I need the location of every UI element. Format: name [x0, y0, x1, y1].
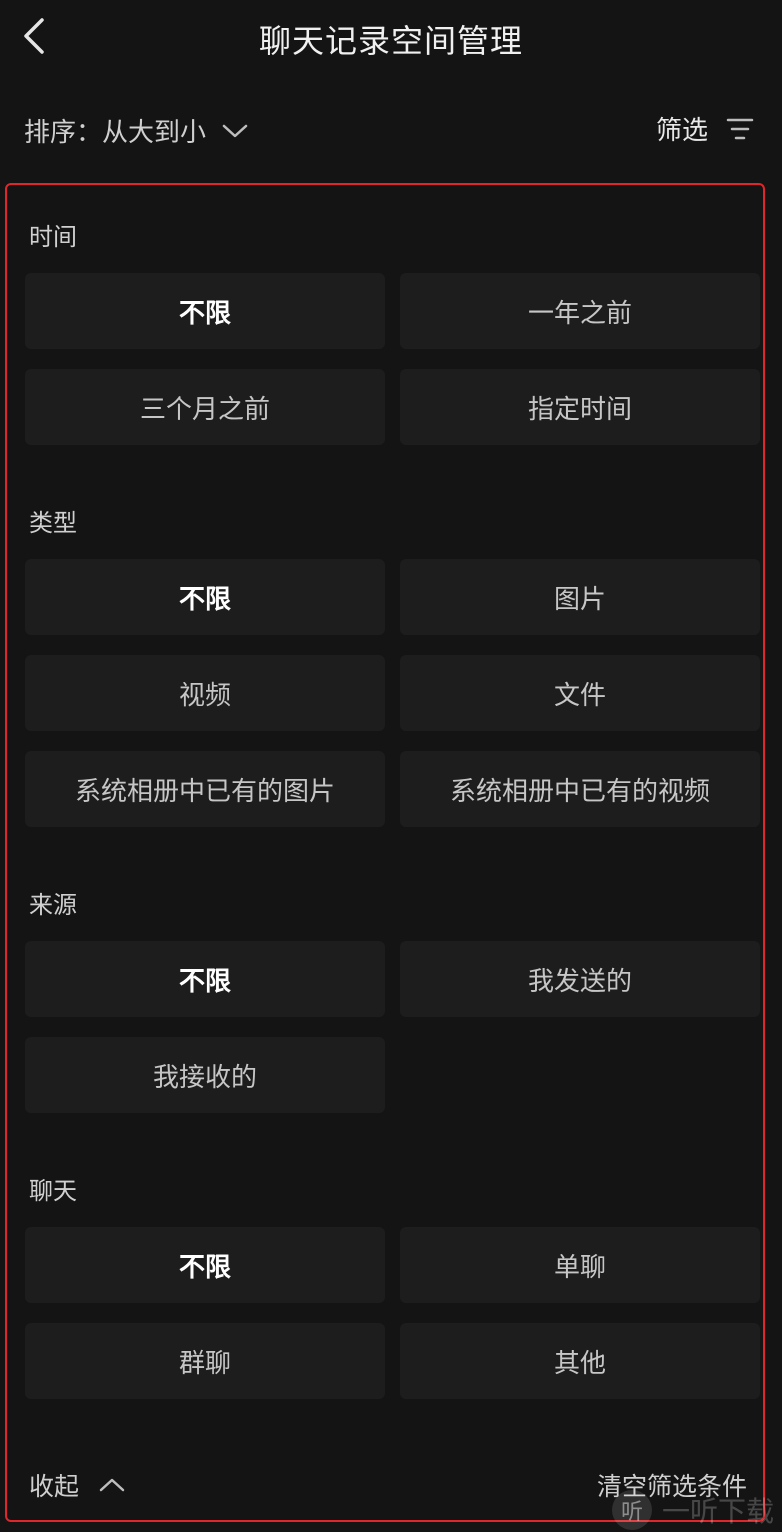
collapse-label: 收起	[29, 1472, 80, 1501]
chevron-up-icon	[99, 1477, 125, 1493]
section-label-chat: 聊天	[29, 1177, 77, 1205]
chevron-down-icon	[222, 123, 248, 139]
watermark-logo: 听	[611, 1490, 652, 1530]
sort-filter-bar: 排序：从大到小 筛选	[0, 100, 782, 164]
option-source-received[interactable]: 我接收的	[25, 1037, 385, 1113]
watermark: 听 一听下载	[611, 1490, 774, 1530]
option-type-album-videos[interactable]: 系统相册中已有的视频	[400, 751, 760, 827]
option-time-one-year-ago[interactable]: 一年之前	[400, 273, 760, 349]
sort-dropdown[interactable]: 排序：从大到小	[24, 112, 248, 149]
filter-button[interactable]: 筛选	[656, 110, 754, 147]
section-label-type: 类型	[29, 509, 77, 537]
option-type-video[interactable]: 视频	[25, 655, 385, 731]
option-time-three-months-ago[interactable]: 三个月之前	[25, 369, 385, 445]
filter-panel: 时间 不限 一年之前 三个月之前 指定时间 类型 不限 图片 视频 文件 系统相…	[5, 183, 765, 1522]
option-chat-other[interactable]: 其他	[400, 1323, 760, 1399]
option-type-image[interactable]: 图片	[400, 559, 760, 635]
option-source-unlimited[interactable]: 不限	[25, 941, 385, 1017]
option-source-sent[interactable]: 我发送的	[400, 941, 760, 1017]
section-label-source: 来源	[29, 891, 77, 919]
option-time-custom[interactable]: 指定时间	[400, 369, 760, 445]
section-label-time: 时间	[29, 223, 77, 251]
sort-label: 排序：从大到小	[24, 118, 207, 148]
watermark-text: 一听下载	[661, 1495, 774, 1528]
collapse-button[interactable]: 收起	[29, 1467, 125, 1503]
option-chat-group[interactable]: 群聊	[25, 1323, 385, 1399]
page-title: 聊天记录空间管理	[258, 22, 523, 60]
option-type-album-images[interactable]: 系统相册中已有的图片	[25, 751, 385, 827]
option-chat-unlimited[interactable]: 不限	[25, 1227, 385, 1303]
top-bar: 聊天记录空间管理	[0, 0, 782, 80]
filter-label: 筛选	[655, 116, 708, 146]
option-time-unlimited[interactable]: 不限	[25, 273, 385, 349]
option-type-file[interactable]: 文件	[400, 655, 760, 731]
filter-icon	[726, 117, 754, 141]
option-chat-single[interactable]: 单聊	[400, 1227, 760, 1303]
option-type-unlimited[interactable]: 不限	[25, 559, 385, 635]
